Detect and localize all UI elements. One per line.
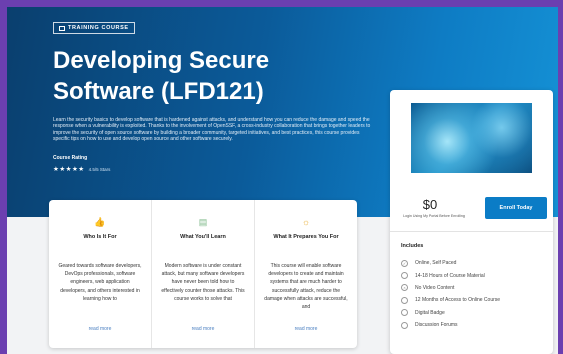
card-what-it-prepares: ☼ What It Prepares You For This course w… bbox=[255, 200, 357, 348]
course-title: Developing Secure Software (LFD121) bbox=[53, 47, 270, 105]
price-note: Login Using My Portal Before Enrolling bbox=[403, 214, 465, 218]
page-frame: TRAINING COURSE Developing Secure Softwa… bbox=[7, 7, 558, 354]
include-label: Online, Self Paced bbox=[415, 260, 457, 267]
include-label: 14-18 Hours of Course Material bbox=[415, 272, 485, 279]
list-item: 12 Months of Access to Online Course bbox=[401, 294, 500, 306]
course-price: $0 bbox=[422, 197, 438, 212]
divider bbox=[390, 231, 553, 232]
include-label: No Video Content bbox=[415, 284, 455, 291]
sun-icon: ☼ bbox=[301, 217, 311, 227]
document-icon: ▤ bbox=[198, 217, 208, 227]
card-title: What It Prepares You For bbox=[273, 234, 339, 240]
check-icon: ✓ bbox=[401, 259, 408, 267]
badge-icon bbox=[401, 309, 408, 317]
card-text: This course will enable software develop… bbox=[264, 263, 348, 311]
training-course-badge: TRAINING COURSE bbox=[53, 22, 135, 34]
read-more-link[interactable]: read more bbox=[49, 326, 151, 332]
card-title: What You'll Learn bbox=[180, 234, 226, 240]
card-text: Geared towards software developers, DevO… bbox=[58, 263, 142, 302]
card-who-is-it-for: 👍 Who Is It For Geared towards software … bbox=[49, 200, 152, 348]
card-text: Modern software is under constant attack… bbox=[161, 263, 245, 302]
list-item: Digital Badge bbox=[401, 307, 500, 319]
list-item: Discussion Forums bbox=[401, 319, 500, 331]
chat-icon bbox=[401, 321, 408, 329]
clock-icon bbox=[401, 272, 408, 280]
card-what-youll-learn: ▤ What You'll Learn Modern software is u… bbox=[152, 200, 255, 348]
rating-count: 4.5/5 Stars bbox=[88, 166, 111, 172]
include-label: Discussion Forums bbox=[415, 322, 458, 329]
enroll-sidebar: $0 Login Using My Portal Before Enrollin… bbox=[390, 90, 553, 354]
enroll-button[interactable]: Enroll Today bbox=[485, 197, 547, 219]
calendar-icon bbox=[401, 296, 408, 304]
list-item: ✓ Online, Self Paced bbox=[401, 257, 500, 269]
screen-icon bbox=[59, 25, 65, 31]
course-image bbox=[411, 103, 532, 173]
list-item: 14-18 Hours of Course Material bbox=[401, 269, 500, 281]
includes-title: Includes bbox=[401, 243, 424, 249]
star-rating-icon: ★★★★★ bbox=[53, 166, 85, 173]
read-more-link[interactable]: read more bbox=[255, 326, 357, 332]
list-item: × No Video Content bbox=[401, 282, 500, 294]
video-icon: × bbox=[401, 284, 408, 292]
course-rating: ★★★★★ 4.5/5 Stars bbox=[53, 165, 110, 173]
card-title: Who Is It For bbox=[83, 234, 117, 240]
read-more-link[interactable]: read more bbox=[152, 326, 254, 332]
rating-label: Course Rating bbox=[53, 155, 88, 161]
includes-list: ✓ Online, Self Paced 14-18 Hours of Cour… bbox=[401, 257, 500, 331]
course-description: Learn the security basics to develop sof… bbox=[53, 117, 371, 143]
course-info-cards: 👍 Who Is It For Geared towards software … bbox=[49, 200, 357, 348]
thumbs-up-icon: 👍 bbox=[94, 217, 106, 227]
badge-label: TRAINING COURSE bbox=[68, 25, 129, 31]
include-label: 12 Months of Access to Online Course bbox=[415, 297, 501, 304]
include-label: Digital Badge bbox=[415, 309, 445, 316]
